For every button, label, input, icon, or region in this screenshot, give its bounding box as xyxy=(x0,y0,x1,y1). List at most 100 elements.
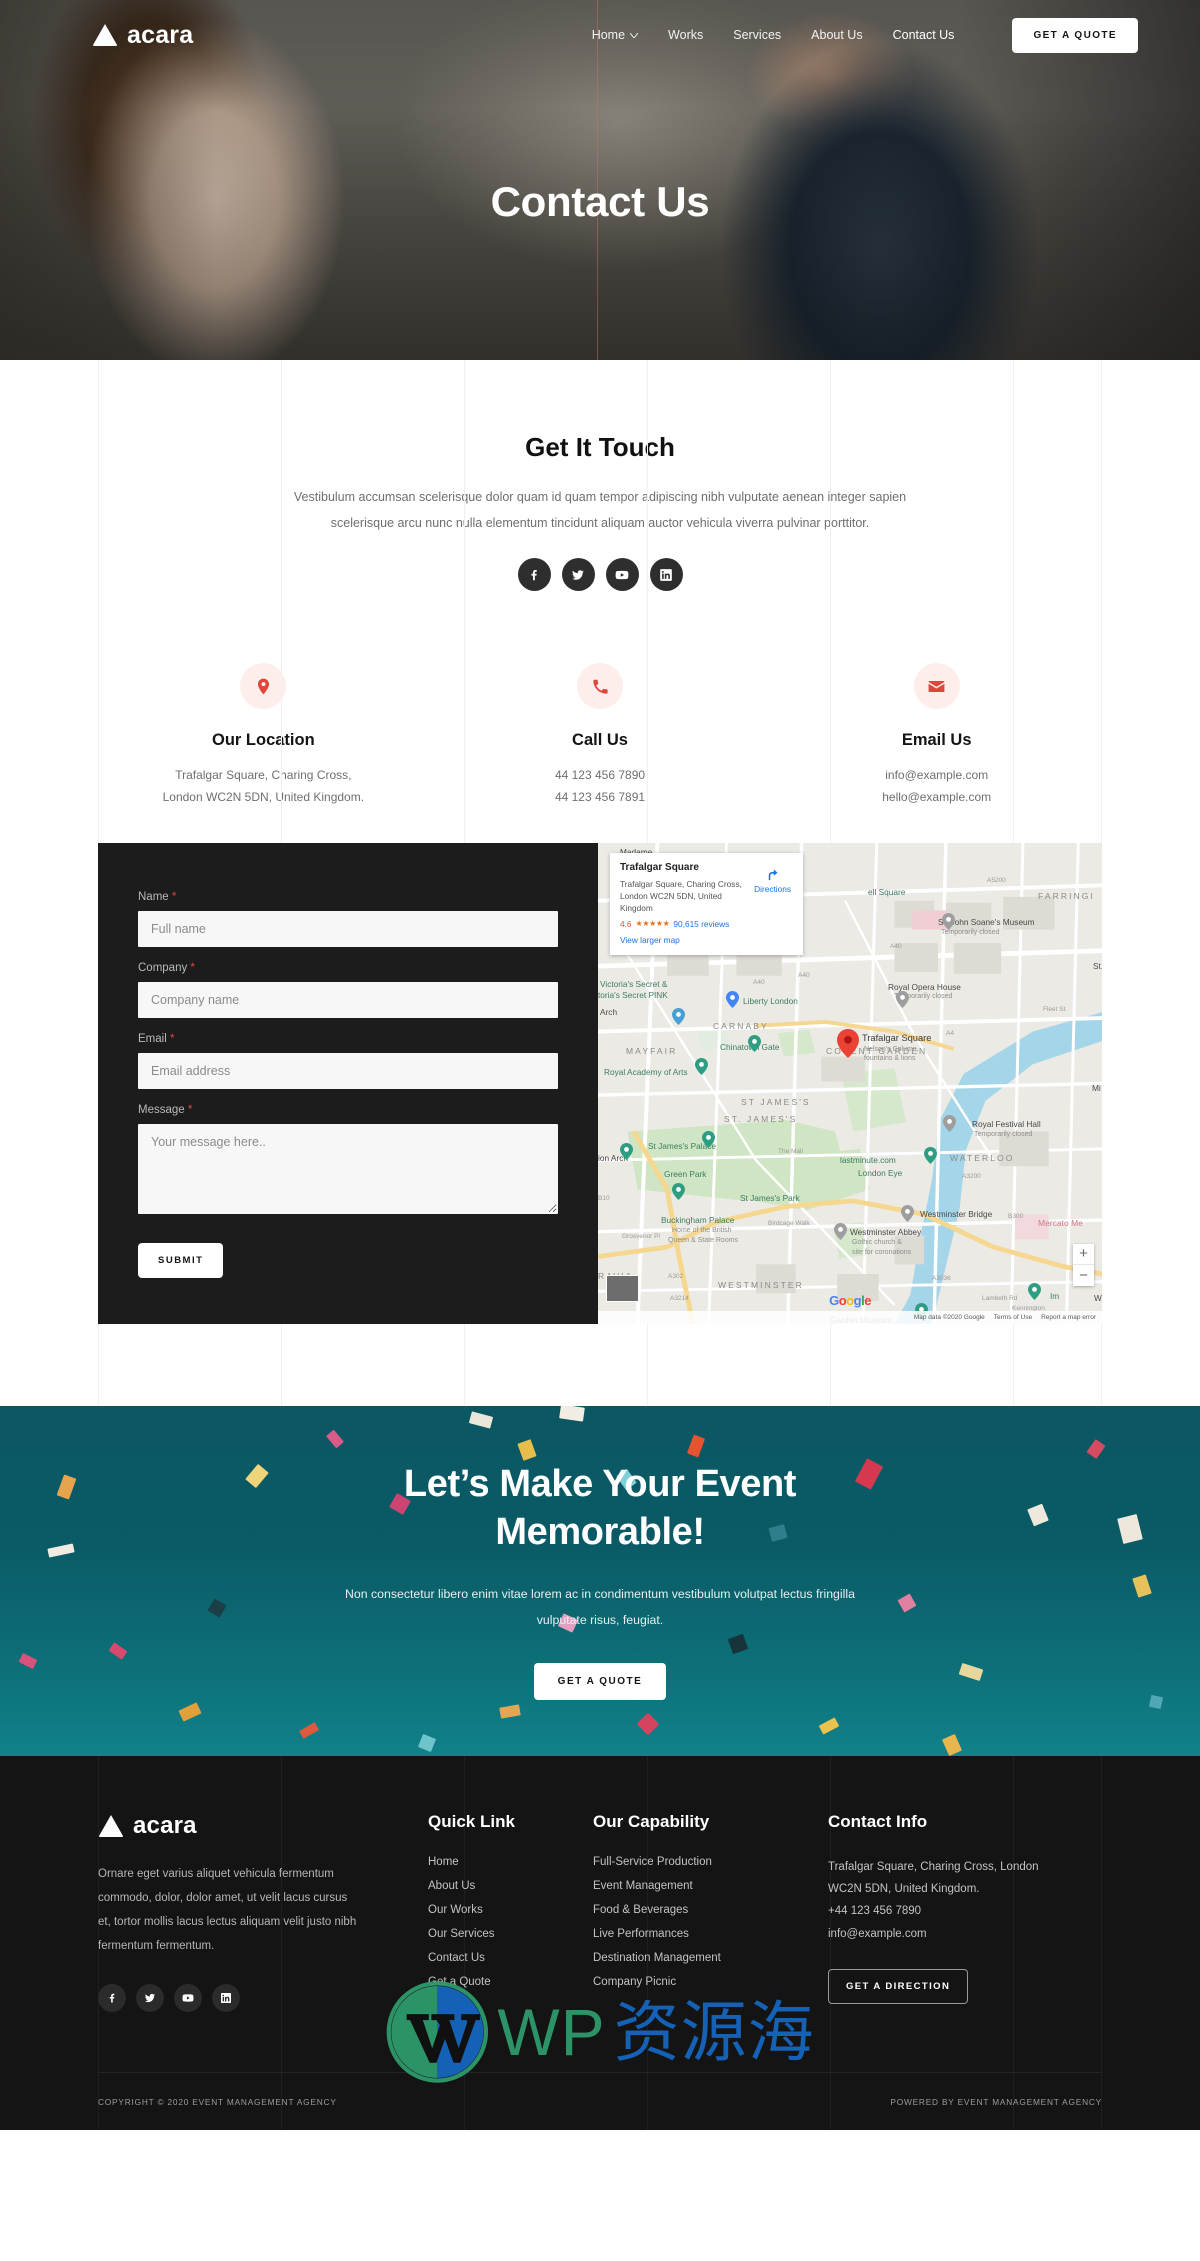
map-label: A4 xyxy=(946,1029,954,1037)
map-poi-pin-icon[interactable] xyxy=(672,1182,685,1200)
powered-by-text: POWERED BY EVENT MANAGEMENT AGENCY xyxy=(890,2096,1102,2107)
map-poi-pin-icon[interactable] xyxy=(620,1142,633,1160)
map-label: FARRINGI xyxy=(1038,890,1095,901)
map-data-attribution: Map data ©2020 Google xyxy=(913,1313,985,1321)
map-streetview-thumbnail[interactable] xyxy=(606,1274,639,1302)
card-line-2: hello@example.com xyxy=(882,790,992,805)
quick-link-heading: Quick Link xyxy=(428,1811,515,1831)
company-input[interactable] xyxy=(138,981,558,1018)
card-line-1: 44 123 456 7890 xyxy=(554,768,646,783)
cta-get-a-quote-button[interactable]: GET A QUOTE xyxy=(533,1662,667,1700)
map-poi-pin-icon[interactable] xyxy=(896,990,909,1008)
map-label: lastminute.com xyxy=(840,1154,896,1165)
capability-item[interactable]: Company Picnic xyxy=(593,1976,828,1988)
view-larger-map-link[interactable]: View larger map xyxy=(620,935,793,945)
message-textarea[interactable] xyxy=(138,1123,558,1214)
twitter-icon xyxy=(145,1994,155,2003)
facebook-link[interactable] xyxy=(517,558,551,592)
google-map[interactable]: Madame ell Square FARRINGI A5200 Sir John So… xyxy=(598,842,1102,1324)
field-label-text: Company xyxy=(138,961,188,974)
map-poi-pin-icon[interactable] xyxy=(702,1130,715,1148)
twitter-link[interactable] xyxy=(561,558,595,592)
map-marker-subtitle-1: Nelson's Column, xyxy=(864,1045,919,1053)
nav-item-works[interactable]: Works xyxy=(668,28,703,42)
map-poi-pin-icon[interactable] xyxy=(748,1034,761,1052)
quick-link-item[interactable]: About Us xyxy=(428,1880,593,1892)
nav-item-about-us[interactable]: About Us xyxy=(811,28,862,42)
capability-item[interactable]: Live Performances xyxy=(593,1928,828,1940)
map-info-address: Trafalgar Square, Charing Cross, London … xyxy=(620,878,745,914)
nav-item-contact-us[interactable]: Contact Us xyxy=(893,28,955,42)
quick-link-item[interactable]: Contact Us xyxy=(428,1952,593,1964)
map-label: A40 xyxy=(753,978,765,986)
capability-item[interactable]: Destination Management xyxy=(593,1952,828,1964)
map-poi-pin-icon[interactable] xyxy=(834,1222,847,1240)
map-poi-pin-icon[interactable] xyxy=(726,990,739,1008)
capability-item[interactable]: Food & Beverages xyxy=(593,1904,828,1916)
quick-link-item[interactable]: Get a Quote xyxy=(428,1976,593,1988)
footer-phone[interactable]: +44 123 456 7890 xyxy=(828,1900,1053,1922)
map-label: A3036 xyxy=(932,1274,951,1282)
header-get-a-quote-button[interactable]: GET A QUOTE xyxy=(1012,17,1138,53)
linkedin-icon xyxy=(660,568,672,581)
quick-link-item[interactable]: Home xyxy=(428,1856,593,1868)
zoom-in-button[interactable]: + xyxy=(1073,1244,1094,1265)
email-input[interactable] xyxy=(138,1052,558,1089)
map-marker-subtitle-2: fountains & lions xyxy=(864,1054,916,1062)
map-label: Lambeth Rd xyxy=(982,1294,1018,1302)
nav-label: Home xyxy=(591,28,626,42)
map-rating-stars: ★★★★★ xyxy=(635,919,670,929)
card-line-1: Trafalgar Square, Charing Cross, xyxy=(175,768,352,783)
footer-linkedin-link[interactable] xyxy=(212,1984,240,2013)
envelope-icon-wrap xyxy=(913,663,960,710)
footer-twitter-link[interactable] xyxy=(136,1984,164,2013)
name-input[interactable] xyxy=(138,910,558,947)
footer-logo[interactable]: acara xyxy=(98,1812,428,1840)
zoom-out-button[interactable]: − xyxy=(1073,1265,1094,1286)
site-footer: acara Ornare eget varius aliquet vehicul… xyxy=(0,1755,1200,2131)
google-letter: g xyxy=(853,1292,862,1308)
map-info-address-line-1: Trafalgar Square, Charing Cross, xyxy=(620,878,742,889)
cta-title: Let’s Make Your Event Memorable! xyxy=(0,1461,1200,1556)
site-logo[interactable]: acara xyxy=(92,21,193,50)
footer-facebook-link[interactable] xyxy=(98,1984,126,2013)
map-poi-pin-icon[interactable] xyxy=(942,912,955,930)
map-label: ST JAMES'S xyxy=(741,1096,811,1107)
footer-youtube-link[interactable] xyxy=(174,1984,202,2013)
terms-of-use-link[interactable]: Terms of Use xyxy=(994,1314,1032,1321)
directions-button[interactable]: Directions xyxy=(754,867,791,894)
youtube-link[interactable] xyxy=(605,558,639,592)
linkedin-link[interactable] xyxy=(649,558,683,592)
nav-item-home[interactable]: Home xyxy=(591,28,639,42)
youtube-icon xyxy=(182,1994,194,2002)
map-main-marker-icon[interactable] xyxy=(837,1028,859,1058)
capability-item[interactable]: Full-Service Production xyxy=(593,1856,828,1868)
cta-description: Non consectetur libero enim vitae lorem … xyxy=(345,1587,855,1627)
submit-button[interactable]: SUBMIT xyxy=(138,1242,224,1278)
footer-email[interactable]: info@example.com xyxy=(828,1923,1053,1945)
footer-contact-column: Contact Info Trafalgar Square, Charing C… xyxy=(828,1812,1102,2013)
map-poi-pin-icon[interactable] xyxy=(1028,1282,1041,1300)
map-label: Royal Festival Hall xyxy=(972,1118,1041,1129)
capability-item[interactable]: Event Management xyxy=(593,1880,828,1892)
contact-form: Name * Company * Email * Message * SUBMI… xyxy=(98,842,598,1324)
map-label: Fleet St xyxy=(1043,1005,1066,1013)
map-poi-pin-icon[interactable] xyxy=(943,1114,956,1132)
map-reviews-count[interactable]: 90,615 reviews xyxy=(673,919,729,929)
map-poi-pin-icon[interactable] xyxy=(672,1007,685,1025)
field-company: Company * xyxy=(138,962,558,1018)
section-title: Get It Touch xyxy=(525,432,675,462)
chevron-down-icon xyxy=(630,32,639,38)
get-a-direction-button[interactable]: GET A DIRECTION xyxy=(828,1969,969,2005)
nav-item-services[interactable]: Services xyxy=(733,28,781,42)
map-label: B10 xyxy=(598,1194,610,1202)
quick-link-item[interactable]: Our Works xyxy=(428,1904,593,1916)
report-map-error-link[interactable]: Report a map error xyxy=(1041,1314,1096,1321)
map-label: Grosvenor Pl xyxy=(622,1232,660,1240)
map-poi-pin-icon[interactable] xyxy=(924,1146,937,1164)
map-poi-pin-icon[interactable] xyxy=(901,1204,914,1222)
map-poi-pin-icon[interactable] xyxy=(695,1057,708,1075)
field-label-text: Email xyxy=(138,1032,167,1045)
quick-link-item[interactable]: Our Services xyxy=(428,1928,593,1940)
card-line-2: London WC2N 5DN, United Kingdom. xyxy=(162,790,365,805)
